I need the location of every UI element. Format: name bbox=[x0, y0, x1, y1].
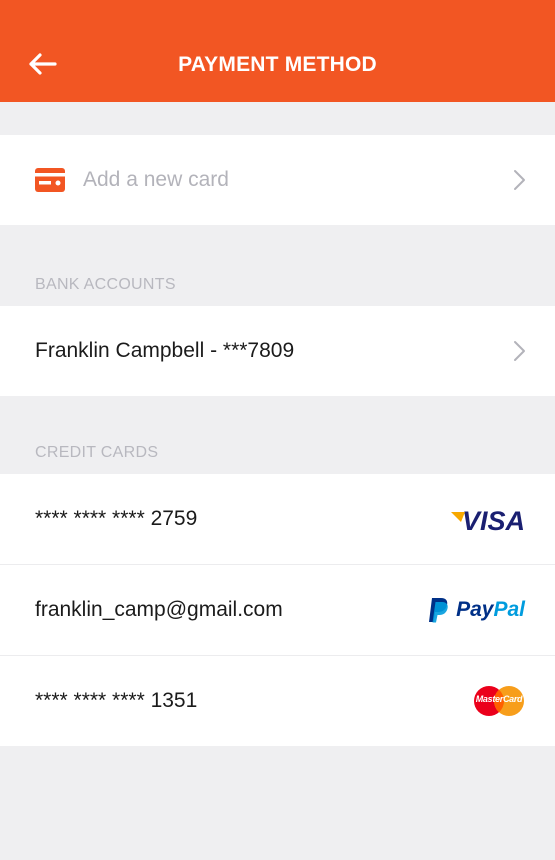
chevron-right-icon bbox=[514, 341, 525, 361]
chevron-right-icon bbox=[514, 170, 525, 190]
paypal-email-label: franklin_camp@gmail.com bbox=[35, 598, 283, 621]
visa-logo: VISA bbox=[462, 506, 525, 537]
bank-account-row[interactable]: Franklin Campbell - ***7809 bbox=[0, 306, 555, 396]
credit-cards-section-label: CREDIT CARDS bbox=[35, 444, 159, 461]
credit-card-row-visa[interactable]: **** **** **** 2759 VISA bbox=[0, 474, 555, 564]
card-number-label: **** **** **** 1351 bbox=[35, 689, 198, 712]
mastercard-logo: MasterCard bbox=[473, 685, 525, 717]
credit-card-icon bbox=[35, 168, 65, 192]
mastercard-logo-text: MasterCard bbox=[475, 694, 523, 704]
visa-accent-icon bbox=[451, 512, 465, 522]
arrow-left-icon bbox=[29, 53, 57, 75]
credit-card-row-mastercard[interactable]: **** **** **** 1351 MasterCard bbox=[0, 656, 555, 746]
bank-accounts-section-label: BANK ACCOUNTS bbox=[35, 276, 176, 293]
add-card-row[interactable]: Add a new card bbox=[0, 135, 555, 225]
card-number-label: **** **** **** 2759 bbox=[35, 507, 198, 530]
visa-logo-text: VISA bbox=[461, 506, 525, 536]
add-card-label: Add a new card bbox=[83, 168, 229, 191]
bank-account-label: Franklin Campbell - ***7809 bbox=[35, 339, 295, 362]
paypal-pal-text: Pal bbox=[493, 598, 525, 621]
paypal-p-icon bbox=[429, 598, 448, 623]
paypal-pay-text: Pay bbox=[456, 598, 494, 621]
credit-card-row-paypal[interactable]: franklin_camp@gmail.com Pay Pal bbox=[0, 565, 555, 655]
page-title: PAYMENT METHOD bbox=[178, 53, 377, 76]
back-button[interactable] bbox=[22, 44, 62, 84]
app-header: PAYMENT METHOD bbox=[0, 0, 555, 102]
paypal-logo: Pay Pal bbox=[428, 597, 525, 623]
